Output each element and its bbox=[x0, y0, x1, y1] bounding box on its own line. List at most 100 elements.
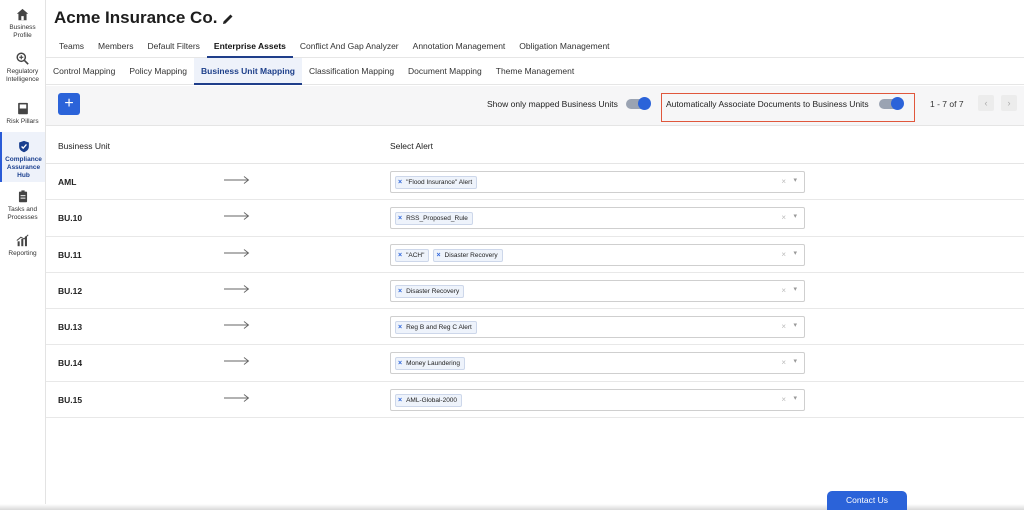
arrow-right-icon bbox=[224, 285, 250, 293]
page-title: Acme Insurance Co. bbox=[54, 8, 218, 27]
selected-chips: × RSS_Proposed_Rule bbox=[395, 212, 477, 226]
alert-select[interactable]: × Disaster Recovery × ▾ bbox=[390, 279, 805, 302]
sidebar-item-compliance-assurance-hub[interactable]: Compliance Assurance Hub bbox=[0, 132, 45, 182]
clear-icon[interactable]: × bbox=[781, 395, 786, 404]
chevron-down-icon[interactable]: ▾ bbox=[793, 394, 797, 402]
table-row: AML × "Flood Insurance" Alert × ▾ bbox=[46, 164, 1024, 201]
alert-chip-label: RSS_Proposed_Rule bbox=[406, 215, 468, 223]
chevron-down-icon[interactable]: ▾ bbox=[793, 321, 797, 329]
sidebar-item-regulatory-intelligence[interactable]: Regulatory Intelligence bbox=[0, 44, 45, 94]
remove-chip-icon[interactable]: × bbox=[398, 215, 402, 222]
clear-icon[interactable]: × bbox=[781, 358, 786, 367]
sidebar-item-label: Compliance Assurance Hub bbox=[5, 156, 42, 179]
chevron-down-icon[interactable]: ▾ bbox=[793, 357, 797, 365]
subtab-control-mapping[interactable]: Control Mapping bbox=[46, 58, 122, 85]
sidebar-item-reporting[interactable]: Reporting bbox=[0, 226, 45, 266]
alert-chip: × "ACH" bbox=[395, 248, 430, 262]
clear-icon[interactable]: × bbox=[781, 213, 786, 222]
subtab-policy-mapping[interactable]: Policy Mapping bbox=[122, 58, 194, 85]
alert-chip: × Disaster Recovery bbox=[395, 284, 465, 298]
sidebar-item-tasks-and-processes[interactable]: Tasks and Processes bbox=[0, 182, 45, 226]
alert-chip-label: Disaster Recovery bbox=[406, 287, 460, 295]
sidebar-item-business-profile[interactable]: Business Profile bbox=[0, 0, 45, 44]
clear-icon[interactable]: × bbox=[781, 286, 786, 295]
app-root: Business Profile Regulatory Intelligence… bbox=[0, 0, 1024, 510]
arrow-right-icon bbox=[224, 321, 250, 330]
table-row: BU.14 × Money Laundering × ▾ bbox=[46, 345, 1024, 382]
alert-select[interactable]: × "ACH" × Disaster Recovery × ▾ bbox=[390, 243, 805, 266]
add-button[interactable]: + bbox=[58, 93, 80, 115]
arrow-right-icon bbox=[224, 357, 250, 366]
selected-chips: × "ACH" × Disaster Recovery bbox=[395, 248, 507, 262]
alert-chip: × Money Laundering bbox=[395, 357, 465, 371]
remove-chip-icon[interactable]: × bbox=[398, 397, 402, 404]
pagination-text: 1 - 7 of 7 bbox=[930, 99, 964, 109]
book-icon bbox=[15, 100, 31, 116]
tab-default-filters[interactable]: Default Filters bbox=[140, 38, 206, 58]
tab-members[interactable]: Members bbox=[91, 38, 140, 58]
remove-chip-icon[interactable]: × bbox=[436, 252, 440, 259]
tab-enterprise-assets[interactable]: Enterprise Assets bbox=[206, 38, 293, 58]
alert-chip-label: "Flood Insurance" Alert bbox=[406, 179, 473, 186]
selected-chips: × Reg B and Reg C Alert bbox=[395, 321, 481, 335]
business-unit-name: BU.13 bbox=[58, 322, 83, 333]
prev-page-button[interactable]: ‹ bbox=[978, 95, 994, 111]
sidebar-item-risk-pillars[interactable]: Risk Pillars bbox=[0, 94, 45, 132]
chart-icon bbox=[15, 232, 31, 248]
subtab-classification-mapping[interactable]: Classification Mapping bbox=[302, 58, 401, 85]
alert-select[interactable]: × "Flood Insurance" Alert × ▾ bbox=[390, 171, 805, 193]
business-unit-name: BU.12 bbox=[58, 285, 83, 296]
remove-chip-icon[interactable]: × bbox=[398, 324, 402, 331]
clear-icon[interactable]: × bbox=[781, 177, 786, 186]
column-header-business-unit: Business Unit bbox=[58, 141, 110, 151]
table-row: BU.10 × RSS_Proposed_Rule × ▾ bbox=[46, 200, 1024, 237]
selected-chips: × Money Laundering bbox=[395, 357, 469, 371]
clear-icon[interactable]: × bbox=[781, 250, 786, 259]
alert-select[interactable]: × RSS_Proposed_Rule × ▾ bbox=[390, 207, 805, 230]
toolbar: + Show only mapped Business Units Automa… bbox=[46, 86, 1024, 126]
tab-annotation-management[interactable]: Annotation Management bbox=[406, 38, 513, 58]
sidebar-item-label: Reporting bbox=[8, 250, 37, 257]
chevron-down-icon[interactable]: ▾ bbox=[793, 176, 797, 184]
business-unit-name: BU.11 bbox=[58, 249, 82, 260]
page-header: Acme Insurance Co. bbox=[46, 0, 1024, 38]
arrow-right-icon bbox=[224, 176, 250, 184]
next-page-button[interactable]: › bbox=[1001, 95, 1017, 111]
contact-us-button[interactable]: Contact Us bbox=[827, 491, 907, 510]
chevron-down-icon[interactable]: ▾ bbox=[793, 249, 797, 257]
tab-obligation-management[interactable]: Obligation Management bbox=[512, 38, 616, 58]
alert-select[interactable]: × Money Laundering × ▾ bbox=[390, 352, 805, 375]
auto-associate-toggle[interactable] bbox=[878, 97, 904, 110]
subtab-document-mapping[interactable]: Document Mapping bbox=[401, 58, 489, 85]
toggle-knob bbox=[637, 97, 651, 110]
table-row: BU.13 × Reg B and Reg C Alert × ▾ bbox=[46, 309, 1024, 346]
chevron-down-icon[interactable]: ▾ bbox=[793, 285, 797, 293]
remove-chip-icon[interactable]: × bbox=[398, 360, 402, 367]
subtab-theme-management[interactable]: Theme Management bbox=[489, 58, 581, 85]
pencil-icon[interactable] bbox=[222, 12, 234, 24]
alert-select[interactable]: × Reg B and Reg C Alert × ▾ bbox=[390, 316, 805, 339]
tab-teams[interactable]: Teams bbox=[52, 38, 91, 58]
home-icon bbox=[15, 6, 31, 22]
remove-chip-icon[interactable]: × bbox=[398, 288, 402, 295]
remove-chip-icon[interactable]: × bbox=[398, 252, 402, 259]
auto-associate-toggle-group: Automatically Associate Documents to Bus… bbox=[666, 97, 904, 110]
tab-conflict-gap-analyzer[interactable]: Conflict And Gap Analyzer bbox=[293, 38, 406, 58]
alert-chip: × Reg B and Reg C Alert bbox=[395, 321, 477, 335]
sidebar-item-label: Tasks and Processes bbox=[7, 206, 38, 221]
sidebar: Business Profile Regulatory Intelligence… bbox=[0, 0, 46, 510]
alert-chip-label: Money Laundering bbox=[406, 360, 460, 368]
alert-chip-label: "ACH" bbox=[406, 251, 425, 259]
alert-select[interactable]: × AML-Global-2000 × ▾ bbox=[390, 388, 805, 411]
search-plus-icon bbox=[15, 50, 31, 66]
remove-chip-icon[interactable]: × bbox=[398, 179, 402, 186]
chevron-down-icon[interactable]: ▾ bbox=[793, 212, 797, 220]
subtab-business-unit-mapping[interactable]: Business Unit Mapping bbox=[194, 58, 302, 85]
clear-icon[interactable]: × bbox=[781, 322, 786, 331]
alert-chip: × RSS_Proposed_Rule bbox=[395, 212, 473, 226]
arrow-right-icon bbox=[224, 393, 250, 402]
column-header-select-alert: Select Alert bbox=[390, 141, 433, 151]
sidebar-item-label: Risk Pillars bbox=[6, 118, 39, 125]
show-mapped-toggle[interactable] bbox=[625, 97, 651, 110]
show-mapped-toggle-group: Show only mapped Business Units bbox=[487, 97, 651, 110]
